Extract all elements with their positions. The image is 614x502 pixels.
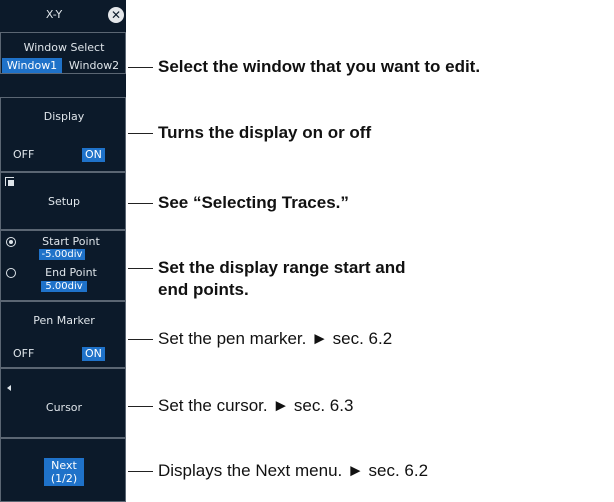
- start-point-label: Start Point: [42, 235, 100, 248]
- pen-marker-softkey[interactable]: Pen Marker OFF ON: [0, 301, 126, 368]
- close-icon[interactable]: ✕: [108, 7, 124, 23]
- display-label: Display: [43, 110, 85, 123]
- next-button[interactable]: Next (1/2): [44, 458, 84, 486]
- radio-icon[interactable]: [6, 268, 16, 278]
- display-on-option[interactable]: ON: [82, 148, 105, 162]
- callout-cursor: Set the cursor. ► sec. 6.3: [158, 396, 354, 415]
- radio-selected-icon[interactable]: [6, 237, 16, 247]
- setup-leader-line: [128, 203, 153, 204]
- next-leader-line: [128, 471, 153, 472]
- start-point-value[interactable]: -5.00div: [39, 249, 85, 260]
- callout-pen: Set the pen marker. ► sec. 6.2: [158, 329, 393, 348]
- callout-display: Turns the display on or off: [158, 123, 372, 142]
- display-softkey[interactable]: Display OFF ON: [0, 97, 126, 172]
- end-point-value[interactable]: 5.00div: [41, 281, 87, 292]
- cursor-softkey[interactable]: Cursor: [0, 368, 126, 438]
- xy-menu-panel: X-Y ✕ Window Select Window1 Window2 Disp…: [0, 0, 126, 502]
- next-label: Next: [51, 459, 77, 472]
- setup-softkey[interactable]: Setup: [0, 172, 126, 230]
- pen-off-option[interactable]: OFF: [13, 347, 34, 361]
- pen-leader-line: [128, 339, 153, 340]
- range-softkey[interactable]: Start Point -5.00div End Point 5.00div: [0, 230, 126, 301]
- pen-marker-label: Pen Marker: [33, 314, 95, 327]
- menu-title-bar: X-Y ✕: [0, 0, 126, 32]
- callout-setup: See “Selecting Traces.”: [158, 193, 349, 212]
- window-select-group: Window Select Window1 Window2: [0, 32, 126, 74]
- window-select-label: Window Select: [23, 41, 105, 54]
- end-point-label: End Point: [45, 266, 97, 279]
- next-page-label: (1/2): [50, 472, 78, 485]
- window1-button[interactable]: Window1: [2, 58, 62, 73]
- left-arrow-icon: [7, 385, 11, 391]
- callout-range-line2: end points.: [158, 280, 249, 299]
- menu-title: X-Y: [45, 8, 63, 21]
- setup-label: Setup: [47, 195, 81, 208]
- display-off-option[interactable]: OFF: [13, 148, 34, 162]
- next-softkey[interactable]: Next (1/2): [0, 438, 126, 502]
- pen-on-option[interactable]: ON: [82, 347, 105, 361]
- cursor-label: Cursor: [45, 401, 83, 414]
- callout-range-line1: Set the display range start and: [158, 258, 406, 277]
- window-leader-line: [128, 67, 153, 68]
- callout-window: Select the window that you want to edit.: [158, 57, 481, 76]
- callout-next: Displays the Next menu. ► sec. 6.2: [158, 461, 429, 480]
- setup-icon: [5, 177, 14, 186]
- display-leader-line: [128, 133, 153, 134]
- window2-button[interactable]: Window2: [63, 58, 125, 73]
- range-leader-line: [128, 268, 153, 269]
- cursor-leader-line: [128, 406, 153, 407]
